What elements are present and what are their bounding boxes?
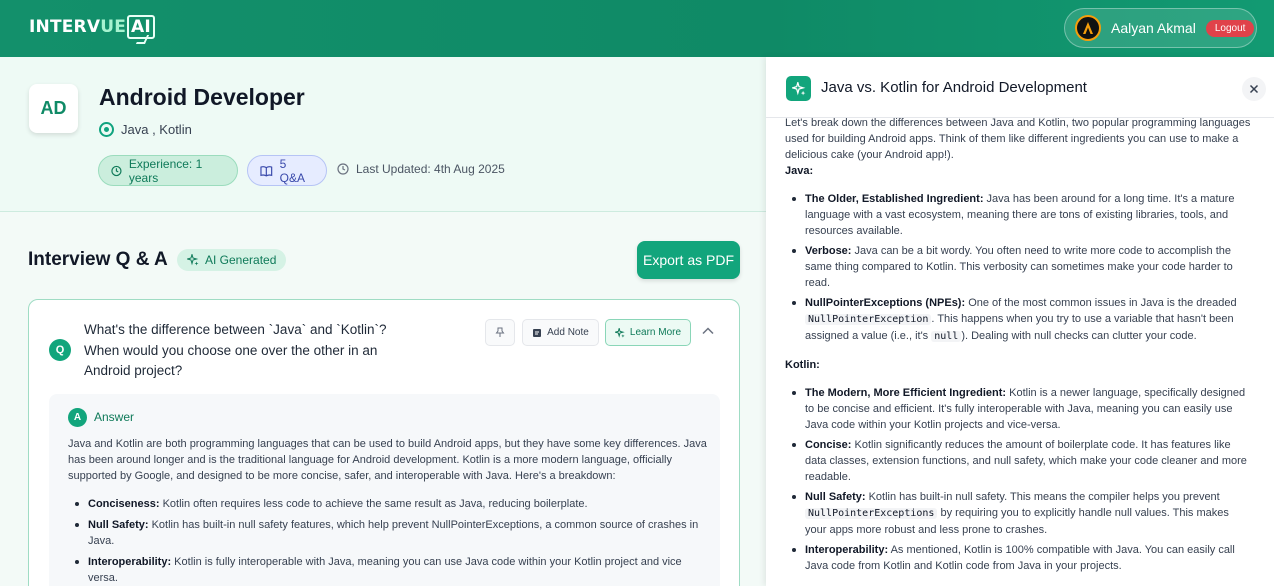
answer-badge: A xyxy=(68,408,87,427)
point-term: Interoperability: xyxy=(805,544,889,556)
skills-row: Java , Kotlin xyxy=(99,122,192,137)
clock-icon xyxy=(111,165,122,176)
learn-more-panel: Java vs. Kotlin for Android Development … xyxy=(766,57,1274,586)
chevron-up-icon[interactable] xyxy=(701,324,715,338)
panel-title: Java vs. Kotlin for Android Development xyxy=(821,79,1087,96)
section-title: Interview Q & A xyxy=(28,249,168,270)
role-initials-avatar: AD xyxy=(29,84,78,133)
user-name: Aalyan Akmal xyxy=(1111,20,1196,36)
qa-count-text: 5 Q&A xyxy=(279,156,305,185)
question-text: What's the difference between `Java` and… xyxy=(84,322,387,378)
java-points: The Older, Established Ingredient: Java … xyxy=(785,191,1251,345)
ai-generated-badge: AI Generated xyxy=(177,249,287,271)
code-snippet: NullPointerException xyxy=(805,314,932,325)
add-note-button[interactable]: Add Note xyxy=(522,319,599,346)
point-text: Kotlin significantly reduces the amount … xyxy=(805,439,1247,483)
list-item: The Modern, More Efficient Ingredient: K… xyxy=(785,385,1251,433)
list-item: Conciseness: Kotlin often requires less … xyxy=(68,496,708,512)
experience-text: Experience: 1 years xyxy=(128,156,203,185)
target-icon xyxy=(99,122,114,137)
list-item: Null Safety: Kotlin has built-in null sa… xyxy=(785,489,1251,538)
clock-icon xyxy=(337,163,349,175)
java-heading: Java: xyxy=(785,165,814,177)
user-menu[interactable]: Aalyan Akmal Logout xyxy=(1064,8,1257,48)
point-term: Concise: xyxy=(805,439,852,451)
logo-text-bubble: AI xyxy=(131,17,151,37)
point-term: Null Safety: xyxy=(88,519,149,531)
experience-badge: Experience: 1 years xyxy=(98,155,238,186)
answer-intro: Java and Kotlin are both programming lan… xyxy=(68,438,707,482)
profile-header: AD Android Developer Java , Kotlin Exper… xyxy=(0,57,766,212)
list-item: Interoperability: As mentioned, Kotlin i… xyxy=(785,542,1251,574)
close-icon xyxy=(1249,84,1259,94)
last-updated-text: Last Updated: 4th Aug 2025 xyxy=(356,162,505,176)
panel-content: Let's break down the differences between… xyxy=(785,115,1251,586)
book-icon xyxy=(260,165,273,177)
sparkle-icon xyxy=(187,254,199,266)
list-item: The Older, Established Ingredient: Java … xyxy=(785,191,1251,239)
list-item: Verbose: Java can be a bit wordy. You of… xyxy=(785,243,1251,291)
point-text: Kotlin has built-in null safety. This me… xyxy=(865,491,1220,503)
point-term: Conciseness: xyxy=(88,498,160,510)
point-term: Interoperability: xyxy=(88,556,172,568)
point-text: Java can be a bit wordy. You often need … xyxy=(805,245,1233,289)
point-term: NullPointerExceptions (NPEs): xyxy=(805,297,966,309)
avatar-icon xyxy=(1075,15,1101,41)
logo-text-accent: UE xyxy=(100,17,127,37)
sparkle-icon xyxy=(786,76,811,101)
pin-icon xyxy=(495,327,505,337)
page-title: Android Developer xyxy=(99,84,305,110)
ai-generated-text: AI Generated xyxy=(205,253,277,267)
list-item: Concise: Kotlin significantly reduces th… xyxy=(785,437,1251,485)
point-term: The Older, Established Ingredient: xyxy=(805,193,984,205)
logo-text-main: INTERV xyxy=(29,17,101,37)
answer-points: Conciseness: Kotlin often requires less … xyxy=(68,496,708,586)
point-term: The Modern, More Efficient Ingredient: xyxy=(805,387,1007,399)
point-text: Kotlin often requires less code to achie… xyxy=(159,498,588,510)
logout-button[interactable]: Logout xyxy=(1205,19,1255,37)
point-text: One of the most common issues in Java is… xyxy=(965,297,1237,309)
sparkle-icon xyxy=(614,327,625,338)
kotlin-heading: Kotlin: xyxy=(785,359,820,371)
last-updated: Last Updated: 4th Aug 2025 xyxy=(337,162,505,176)
answer-label: Answer xyxy=(94,410,135,424)
qa-count-badge: 5 Q&A xyxy=(247,155,327,186)
kotlin-points: The Modern, More Efficient Ingredient: K… xyxy=(785,385,1251,574)
learn-more-button[interactable]: Learn More xyxy=(605,319,691,346)
add-note-label: Add Note xyxy=(547,327,589,338)
logo-bubble: AI xyxy=(127,15,155,39)
export-pdf-button[interactable]: Export as PDF xyxy=(637,241,740,279)
top-navbar: INTERV UE AI Aalyan Akmal Logout xyxy=(0,0,1274,57)
close-panel-button[interactable] xyxy=(1242,77,1266,101)
question-card: Q What's the difference between `Java` a… xyxy=(28,299,740,586)
point-text: Kotlin is fully interoperable with Java,… xyxy=(88,556,682,584)
code-snippet: NullPointerExceptions xyxy=(805,508,938,519)
answer-box: A Answer Java and Kotlin are both progra… xyxy=(49,394,720,586)
point-text: ). Dealing with null checks can clutter … xyxy=(961,330,1197,342)
list-item: Null Safety: Kotlin has built-in null sa… xyxy=(68,517,708,549)
point-term: Verbose: xyxy=(805,245,852,257)
question-badge: Q xyxy=(49,339,71,361)
code-snippet: null xyxy=(931,331,962,342)
panel-header: Java vs. Kotlin for Android Development xyxy=(766,57,1274,118)
panel-intro: Let's break down the differences between… xyxy=(785,117,1251,161)
skills-text: Java , Kotlin xyxy=(121,122,192,137)
note-icon xyxy=(533,328,542,337)
pin-button[interactable] xyxy=(485,319,515,346)
point-text: Kotlin has built-in null safety features… xyxy=(88,519,699,547)
list-item: NullPointerExceptions (NPEs): One of the… xyxy=(785,295,1251,345)
app-logo[interactable]: INTERV UE AI xyxy=(29,12,155,42)
list-item: Interoperability: Kotlin is fully intero… xyxy=(68,554,708,586)
learn-more-label: Learn More xyxy=(629,327,682,338)
point-term: Null Safety: xyxy=(805,491,866,503)
